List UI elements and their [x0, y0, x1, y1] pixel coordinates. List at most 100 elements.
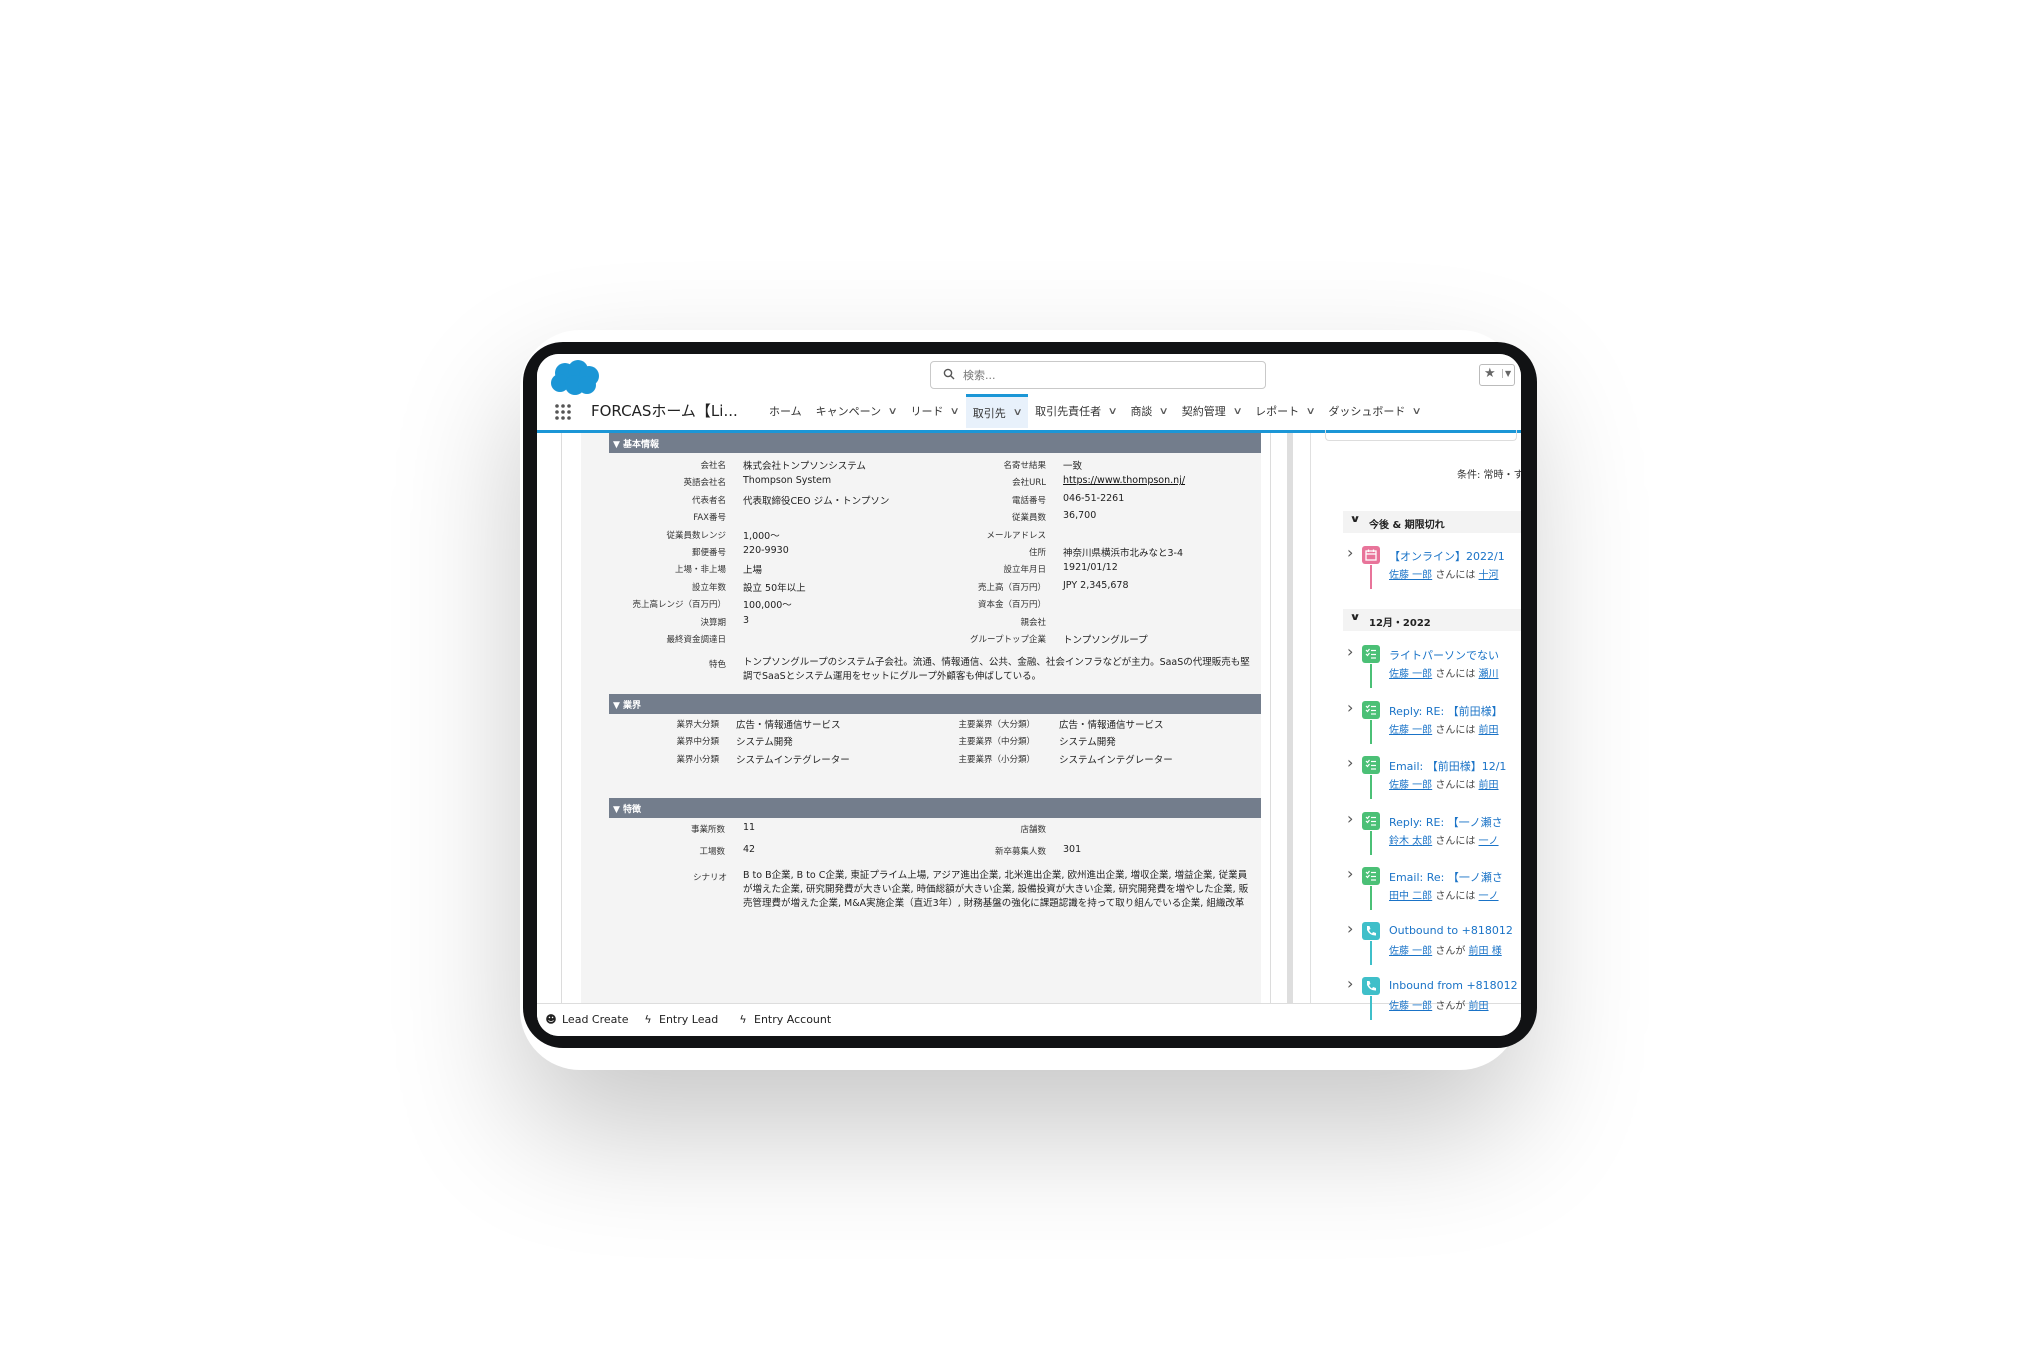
field-label: 売上高レンジ（百万円） — [632, 600, 726, 611]
utility-label: Entry Account — [754, 1013, 832, 1026]
activity-owner-link[interactable]: 佐藤 一郎 — [1389, 570, 1432, 581]
activity-item[interactable]: › Reply: RE: 【前田様】佐藤 一郎 さんには 前田 — [1347, 698, 1521, 744]
chevron-right-icon[interactable]: › — [1347, 919, 1353, 938]
app-name: FORCASホーム【Li... — [591, 402, 738, 420]
calendar-icon — [1362, 546, 1380, 564]
activity-owner-link[interactable]: 佐藤 一郎 — [1389, 725, 1432, 736]
nav-tab[interactable]: 取引先 ∨ — [965, 394, 1029, 428]
activity-item[interactable]: › ライトパーソンでない 佐藤 一郎 さんには 瀬川 — [1347, 642, 1521, 688]
nav-tab[interactable]: 商談 ∨ — [1123, 394, 1174, 428]
field-value: 3 — [743, 614, 750, 626]
nav-tab[interactable]: ダッシュボード ∨ — [1321, 394, 1427, 428]
field-label: 会社URL — [1012, 478, 1046, 489]
chevron-down-icon[interactable]: ∨ — [1412, 406, 1422, 417]
activity-title-link[interactable]: Email: 【前田様】12/1 — [1389, 758, 1506, 774]
activity-item[interactable]: › Inbound from +818012 佐藤 一郎 さんが 前田 — [1347, 974, 1521, 1020]
activity-owner-link[interactable]: 佐藤 一郎 — [1389, 1001, 1432, 1012]
activity-item[interactable]: › Outbound to +818012 佐藤 一郎 さんが 前田 様 — [1347, 919, 1521, 965]
activity-subtitle: 佐藤 一郎 さんが 前田 — [1389, 997, 1489, 1012]
activity-title-link[interactable]: 【オンライン】2022/1 — [1389, 548, 1505, 564]
global-search-input[interactable]: 検索... — [930, 361, 1266, 389]
field-value: 11 — [743, 822, 756, 833]
field-label: 代表者名 — [691, 495, 726, 506]
activity-contact-link[interactable]: 一ノ — [1479, 836, 1499, 847]
chevron-right-icon[interactable]: › — [1347, 974, 1353, 993]
activity-contact-link[interactable]: 一ノ — [1479, 891, 1499, 902]
nav-tab-label: キャンペーン — [815, 405, 882, 418]
app-launcher-icon[interactable] — [554, 403, 572, 421]
utility-entry-lead-button[interactable]: ϟ Entry Lead — [642, 1013, 718, 1026]
section-header-basic-info[interactable]: ▼ 基本情報 — [609, 433, 1261, 453]
activity-owner-link[interactable]: 佐藤 一郎 — [1389, 669, 1432, 680]
field-label: 上場・非上場 — [674, 565, 726, 576]
chevron-right-icon[interactable]: › — [1347, 809, 1353, 828]
nav-tab[interactable]: 取引先責任者 ∨ — [1028, 394, 1123, 428]
nav-tab[interactable]: ホーム — [762, 394, 809, 428]
activity-owner-link[interactable]: 佐藤 一郎 — [1389, 946, 1432, 957]
timeline-line — [1370, 831, 1372, 855]
company-url-link[interactable]: https://www.thompson.nj/ — [1063, 475, 1185, 486]
nav-tab-label: ダッシュボード — [1328, 405, 1406, 418]
chevron-right-icon[interactable]: › — [1347, 698, 1353, 717]
chevron-down-icon[interactable]: ∨ — [1108, 406, 1118, 417]
chevron-right-icon[interactable]: › — [1347, 753, 1353, 772]
chevron-down-icon[interactable]: ∨ — [1012, 407, 1022, 418]
activity-contact-link[interactable]: 前田 様 — [1469, 946, 1502, 957]
activity-title-link[interactable]: ライトパーソンでない — [1389, 647, 1499, 663]
activity-title-link[interactable]: Reply: RE: 【一ノ瀬さ — [1389, 814, 1503, 830]
chevron-down-icon[interactable]: ∨ — [1159, 406, 1169, 417]
activity-subtitle-text: さんには — [1432, 725, 1479, 736]
chevron-down-icon[interactable]: ∨ — [888, 406, 898, 417]
nav-tab[interactable]: リード ∨ — [903, 394, 965, 428]
section-header-features[interactable]: ▼ 特徴 — [609, 798, 1261, 818]
activity-group-header[interactable]: ∨ 今後 & 期限切れ — [1343, 511, 1521, 533]
activity-owner-link[interactable]: 鈴木 太郎 — [1389, 836, 1432, 847]
activity-item[interactable]: › Email: 【前田様】12/1 佐藤 一郎 さんには 前田 — [1347, 753, 1521, 799]
field-value: システムインテグレーター — [736, 754, 850, 766]
activity-title-link[interactable]: Reply: RE: 【前田様】 — [1389, 703, 1503, 719]
activity-title-link[interactable]: Email: Re: 【一ノ瀬さ — [1389, 869, 1503, 885]
timeline-line — [1370, 941, 1372, 965]
nav-tab[interactable]: 契約管理 ∨ — [1175, 394, 1248, 428]
field-label: 資本金（百万円） — [977, 600, 1046, 611]
chevron-right-icon[interactable]: › — [1347, 642, 1353, 661]
nav-tab[interactable]: キャンペーン ∨ — [809, 394, 904, 428]
activity-filter-condition[interactable]: 条件: 常時・す — [1457, 466, 1521, 481]
chevron-right-icon[interactable]: › — [1347, 543, 1353, 562]
utility-label: Entry Lead — [659, 1013, 719, 1026]
nav-tab-label: リード — [910, 405, 944, 418]
nav-tab-label: 商談 — [1130, 405, 1153, 418]
chevron-down-icon[interactable]: ∨ — [1306, 406, 1316, 417]
section-header-industry[interactable]: ▼ 業界 — [609, 694, 1261, 714]
nav-tab[interactable]: レポート ∨ — [1248, 394, 1321, 428]
activity-contact-link[interactable]: 瀬川 — [1479, 669, 1499, 680]
field-label: シナリオ — [692, 873, 727, 883]
activity-subtitle-text: さんには — [1432, 891, 1479, 902]
activity-item[interactable]: › Email: Re: 【一ノ瀬さ田中 二郎 さんには 一ノ — [1347, 864, 1521, 910]
field-label: 親会社 — [1020, 617, 1046, 628]
chevron-right-icon[interactable]: › — [1347, 864, 1353, 883]
nav-bar: ホーム キャンペーン ∨ リード ∨ 取引先 ∨ 取引先責任者 ∨ 商談 ∨ 契約管理 ∨ レポート ∨ ダッ… — [762, 394, 1428, 430]
chevron-down-icon[interactable]: ∨ — [1232, 406, 1242, 417]
activity-contact-link[interactable]: 前田 — [1469, 1001, 1489, 1012]
activity-contact-link[interactable]: 前田 — [1479, 780, 1499, 791]
activity-owner-link[interactable]: 佐藤 一郎 — [1389, 780, 1432, 791]
activity-title-link[interactable]: Inbound from +818012 — [1389, 979, 1518, 992]
activity-item[interactable]: › 【オンライン】2022/1 佐藤 一郎 さんには 十河 — [1347, 543, 1521, 589]
activity-contact-link[interactable]: 十河 — [1479, 570, 1499, 581]
utility-lead-create-button[interactable]: ☻ Lead Create — [545, 1013, 628, 1026]
scrollbar[interactable] — [1287, 433, 1293, 1003]
field-value: システム開発 — [736, 737, 793, 749]
activity-group-header[interactable]: ∨ 12月・2022 — [1343, 609, 1521, 631]
utility-entry-account-button[interactable]: ϟ Entry Account — [737, 1013, 831, 1026]
field-value: 36,700 — [1063, 510, 1097, 522]
field-value: 広告・情報通信サービス — [1059, 720, 1164, 731]
field-label: 設立年数 — [691, 582, 726, 593]
activity-owner-link[interactable]: 田中 二郎 — [1389, 891, 1432, 902]
activity-title-link[interactable]: Outbound to +818012 — [1389, 924, 1513, 937]
chevron-down-icon[interactable]: ∨ — [950, 406, 960, 417]
activity-contact-link[interactable]: 前田 — [1479, 725, 1499, 736]
favorites-button[interactable]: ★ ▼ — [1479, 364, 1515, 386]
task-icon — [1362, 812, 1380, 830]
activity-item[interactable]: › Reply: RE: 【一ノ瀬さ 鈴木 太郎 さんには 一ノ — [1347, 809, 1521, 855]
